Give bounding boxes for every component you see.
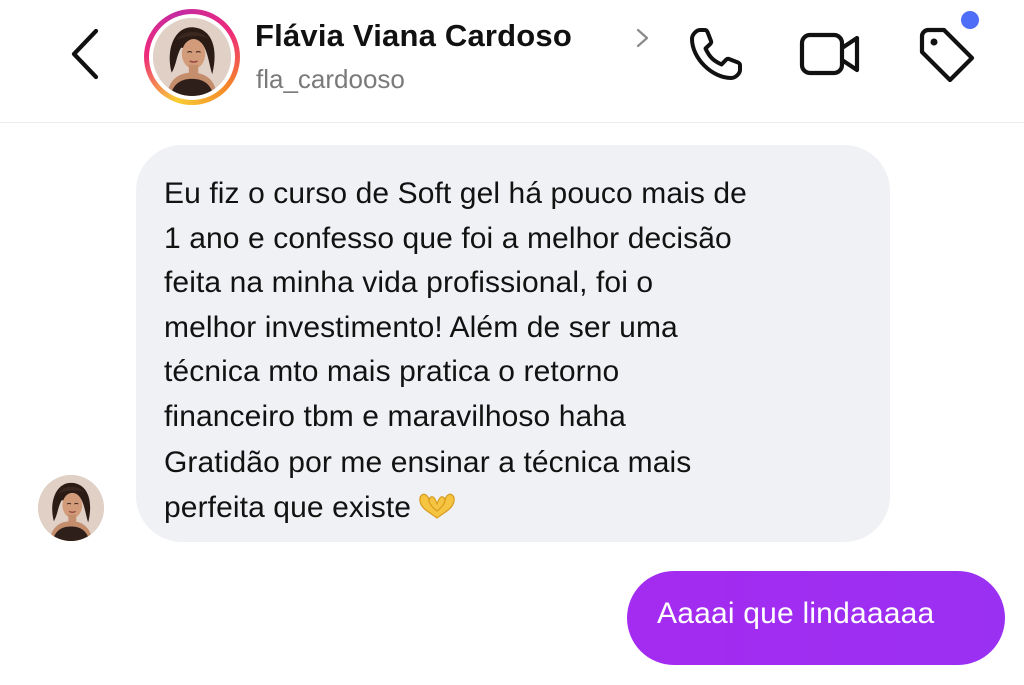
message-line: técnica mto mais pratica o retorno [164,355,620,388]
chevron-right-icon[interactable] [632,26,652,50]
message-line: Gratidão por me ensinar a técnica mais [164,446,692,479]
video-camera-icon [799,32,860,76]
label-button[interactable] [914,22,978,86]
message-line: Eu fiz o curso de Soft gel há pouco mais… [164,177,747,210]
contact-username: fla_cardooso [256,64,405,94]
message-line: 1 ano e confesso que foi a melhor decisã… [164,221,732,255]
heart-hands-emoji [419,493,455,519]
phone-icon [690,28,742,80]
contact-avatar [153,18,231,96]
outgoing-message-text: Aaaai que lindaaaaa [657,597,935,630]
message-line-last: perfeita que existe [164,486,870,531]
chevron-left-icon [71,28,99,80]
contact-name[interactable]: Flávia Viana Cardoso [255,18,572,54]
contact-avatar-story-ring[interactable] [144,9,240,105]
tag-icon [919,27,975,83]
message-line: feita na minha vida profissional, foi o [164,266,654,299]
call-button[interactable] [686,24,746,84]
message-line-text: perfeita que existe [164,490,412,524]
back-button[interactable] [62,26,110,82]
incoming-message-bubble[interactable]: Eu fiz o curso de Soft gel há pouco mais… [136,145,890,542]
outgoing-message-bubble[interactable]: Aaaai que lindaaaaa [627,571,1005,665]
video-call-button[interactable] [797,26,863,82]
notification-dot [961,11,979,29]
message-line: financeiro tbm e maravilhoso haha [164,399,626,433]
sender-avatar[interactable] [38,475,104,541]
chat-header: Flávia Viana Cardoso fla_cardooso [0,0,1024,123]
message-line: melhor investimento! Além de ser uma [164,310,678,344]
